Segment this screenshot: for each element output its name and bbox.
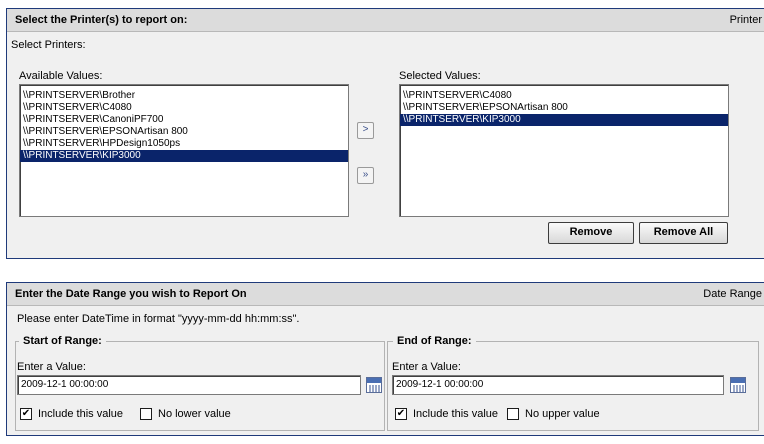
no-upper-value-checkbox[interactable] — [507, 408, 519, 420]
no-lower-value-checkbox[interactable] — [140, 408, 152, 420]
end-date-input[interactable]: 2009-12-1 00:00:00 — [392, 375, 724, 395]
list-item[interactable]: \\PRINTSERVER\KIP3000 — [20, 150, 348, 162]
selected-values-label: Selected Values: — [399, 70, 481, 82]
select-printers-label: Select Printers: — [11, 39, 86, 51]
remove-all-button[interactable]: Remove All — [639, 222, 728, 244]
start-enter-value-label: Enter a Value: — [17, 361, 86, 373]
no-upper-value-label: No upper value — [525, 408, 600, 420]
printer-panel-header: Select the Printer(s) to report on: Prin… — [7, 9, 764, 32]
date-panel-title: Enter the Date Range you wish to Report … — [15, 288, 247, 300]
list-item[interactable]: \\PRINTSERVER\HPDesign1050ps — [20, 138, 348, 150]
calendar-icon[interactable] — [366, 377, 382, 393]
start-include-checkbox[interactable]: ✔ — [20, 408, 32, 420]
list-item[interactable]: \\PRINTSERVER\EPSONArtisan 800 — [20, 126, 348, 138]
add-all-button[interactable]: » — [357, 167, 374, 184]
list-item[interactable]: \\PRINTSERVER\C4080 — [20, 102, 348, 114]
end-include-checkbox[interactable]: ✔ — [395, 408, 407, 420]
end-include-label: Include this value — [413, 408, 498, 420]
date-range-panel: Enter the Date Range you wish to Report … — [6, 282, 764, 436]
date-panel-right-label: Date Range — [703, 288, 762, 300]
remove-button[interactable]: Remove — [548, 222, 634, 244]
list-item[interactable]: \\PRINTSERVER\C4080 — [400, 90, 728, 102]
list-item[interactable]: \\PRINTSERVER\CanoniPF700 — [20, 114, 348, 126]
list-item[interactable]: \\PRINTSERVER\Brother — [20, 90, 348, 102]
printer-panel-title: Select the Printer(s) to report on: — [15, 14, 188, 26]
printer-panel-right-label: Printer — [729, 14, 762, 26]
start-date-input[interactable]: 2009-12-1 00:00:00 — [17, 375, 361, 395]
list-item[interactable]: \\PRINTSERVER\EPSONArtisan 800 — [400, 102, 728, 114]
end-enter-value-label: Enter a Value: — [392, 361, 461, 373]
available-values-listbox[interactable]: \\PRINTSERVER\Brother \\PRINTSERVER\C4080… — [19, 84, 349, 217]
calendar-icon[interactable] — [730, 377, 746, 393]
no-lower-value-label: No lower value — [158, 408, 231, 420]
add-selected-button[interactable]: > — [357, 122, 374, 139]
datetime-format-note: Please enter DateTime in format "yyyy-mm… — [17, 313, 300, 325]
start-of-range-legend: Start of Range: — [19, 335, 106, 347]
printer-panel: Select the Printer(s) to report on: Prin… — [6, 8, 764, 259]
available-values-label: Available Values: — [19, 70, 103, 82]
end-of-range-legend: End of Range: — [393, 335, 476, 347]
list-item[interactable]: \\PRINTSERVER\KIP3000 — [400, 114, 728, 126]
start-include-label: Include this value — [38, 408, 123, 420]
selected-values-listbox[interactable]: \\PRINTSERVER\C4080 \\PRINTSERVER\EPSONAr… — [399, 84, 729, 217]
date-panel-header: Enter the Date Range you wish to Report … — [7, 283, 764, 306]
